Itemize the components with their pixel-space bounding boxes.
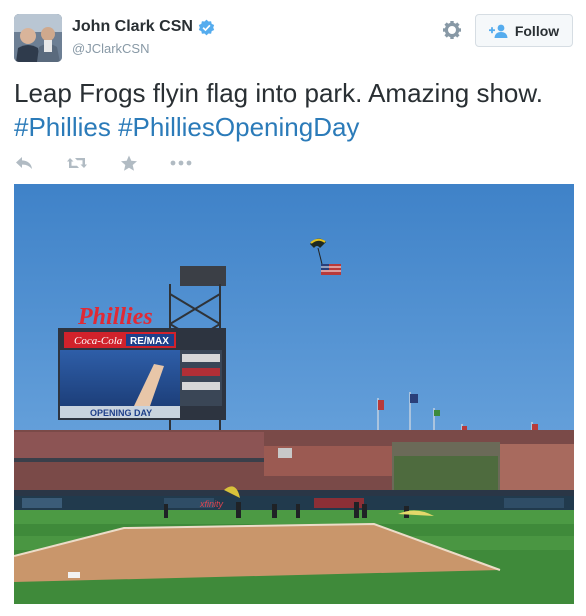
hashtag-phillies-opening-day[interactable]: #PhilliesOpeningDay	[118, 112, 359, 142]
verified-badge-icon	[198, 19, 215, 35]
retweet-button[interactable]	[66, 152, 88, 174]
gear-icon[interactable]	[442, 20, 462, 40]
profile-photo-icon	[14, 14, 62, 62]
sign-opening-day: OPENING DAY	[90, 408, 152, 418]
display-name[interactable]: John Clark CSN	[72, 18, 193, 36]
user-handle[interactable]: @JClarkCSN	[72, 41, 149, 56]
retweet-icon	[67, 158, 87, 168]
follow-button[interactable]: Follow	[475, 14, 573, 47]
add-user-icon	[488, 24, 508, 38]
tweet-card: John Clark CSN @JClarkCSN Follow Leap Fr…	[0, 0, 586, 616]
avatar[interactable]	[14, 14, 62, 62]
tweet-body: Leap Frogs flyin flag into park. Amazing…	[14, 78, 543, 108]
tweet-actions	[14, 152, 192, 174]
name-row: John Clark CSN	[72, 18, 215, 36]
tweet-text: Leap Frogs flyin flag into park. Amazing…	[14, 76, 574, 144]
favorite-button[interactable]	[120, 152, 138, 174]
sign-xfinity: xfinity	[199, 499, 224, 509]
reply-icon	[16, 157, 32, 169]
favorite-icon	[121, 155, 137, 171]
ballpark-photo: Coca-Cola RE/MAX Phillies OPENING DAY xf…	[14, 184, 574, 604]
sign-remax: RE/MAX	[130, 336, 169, 347]
more-icon	[170, 160, 192, 166]
more-button[interactable]	[170, 152, 192, 174]
hashtag-phillies[interactable]: #Phillies	[14, 112, 111, 142]
tweet-photo[interactable]: Coca-Cola RE/MAX Phillies OPENING DAY xf…	[14, 184, 574, 604]
reply-button[interactable]	[14, 152, 34, 174]
follow-label: Follow	[514, 22, 560, 39]
scoreboard-logo: Phillies	[77, 304, 153, 330]
sign-coca-cola: Coca-Cola	[74, 335, 123, 347]
